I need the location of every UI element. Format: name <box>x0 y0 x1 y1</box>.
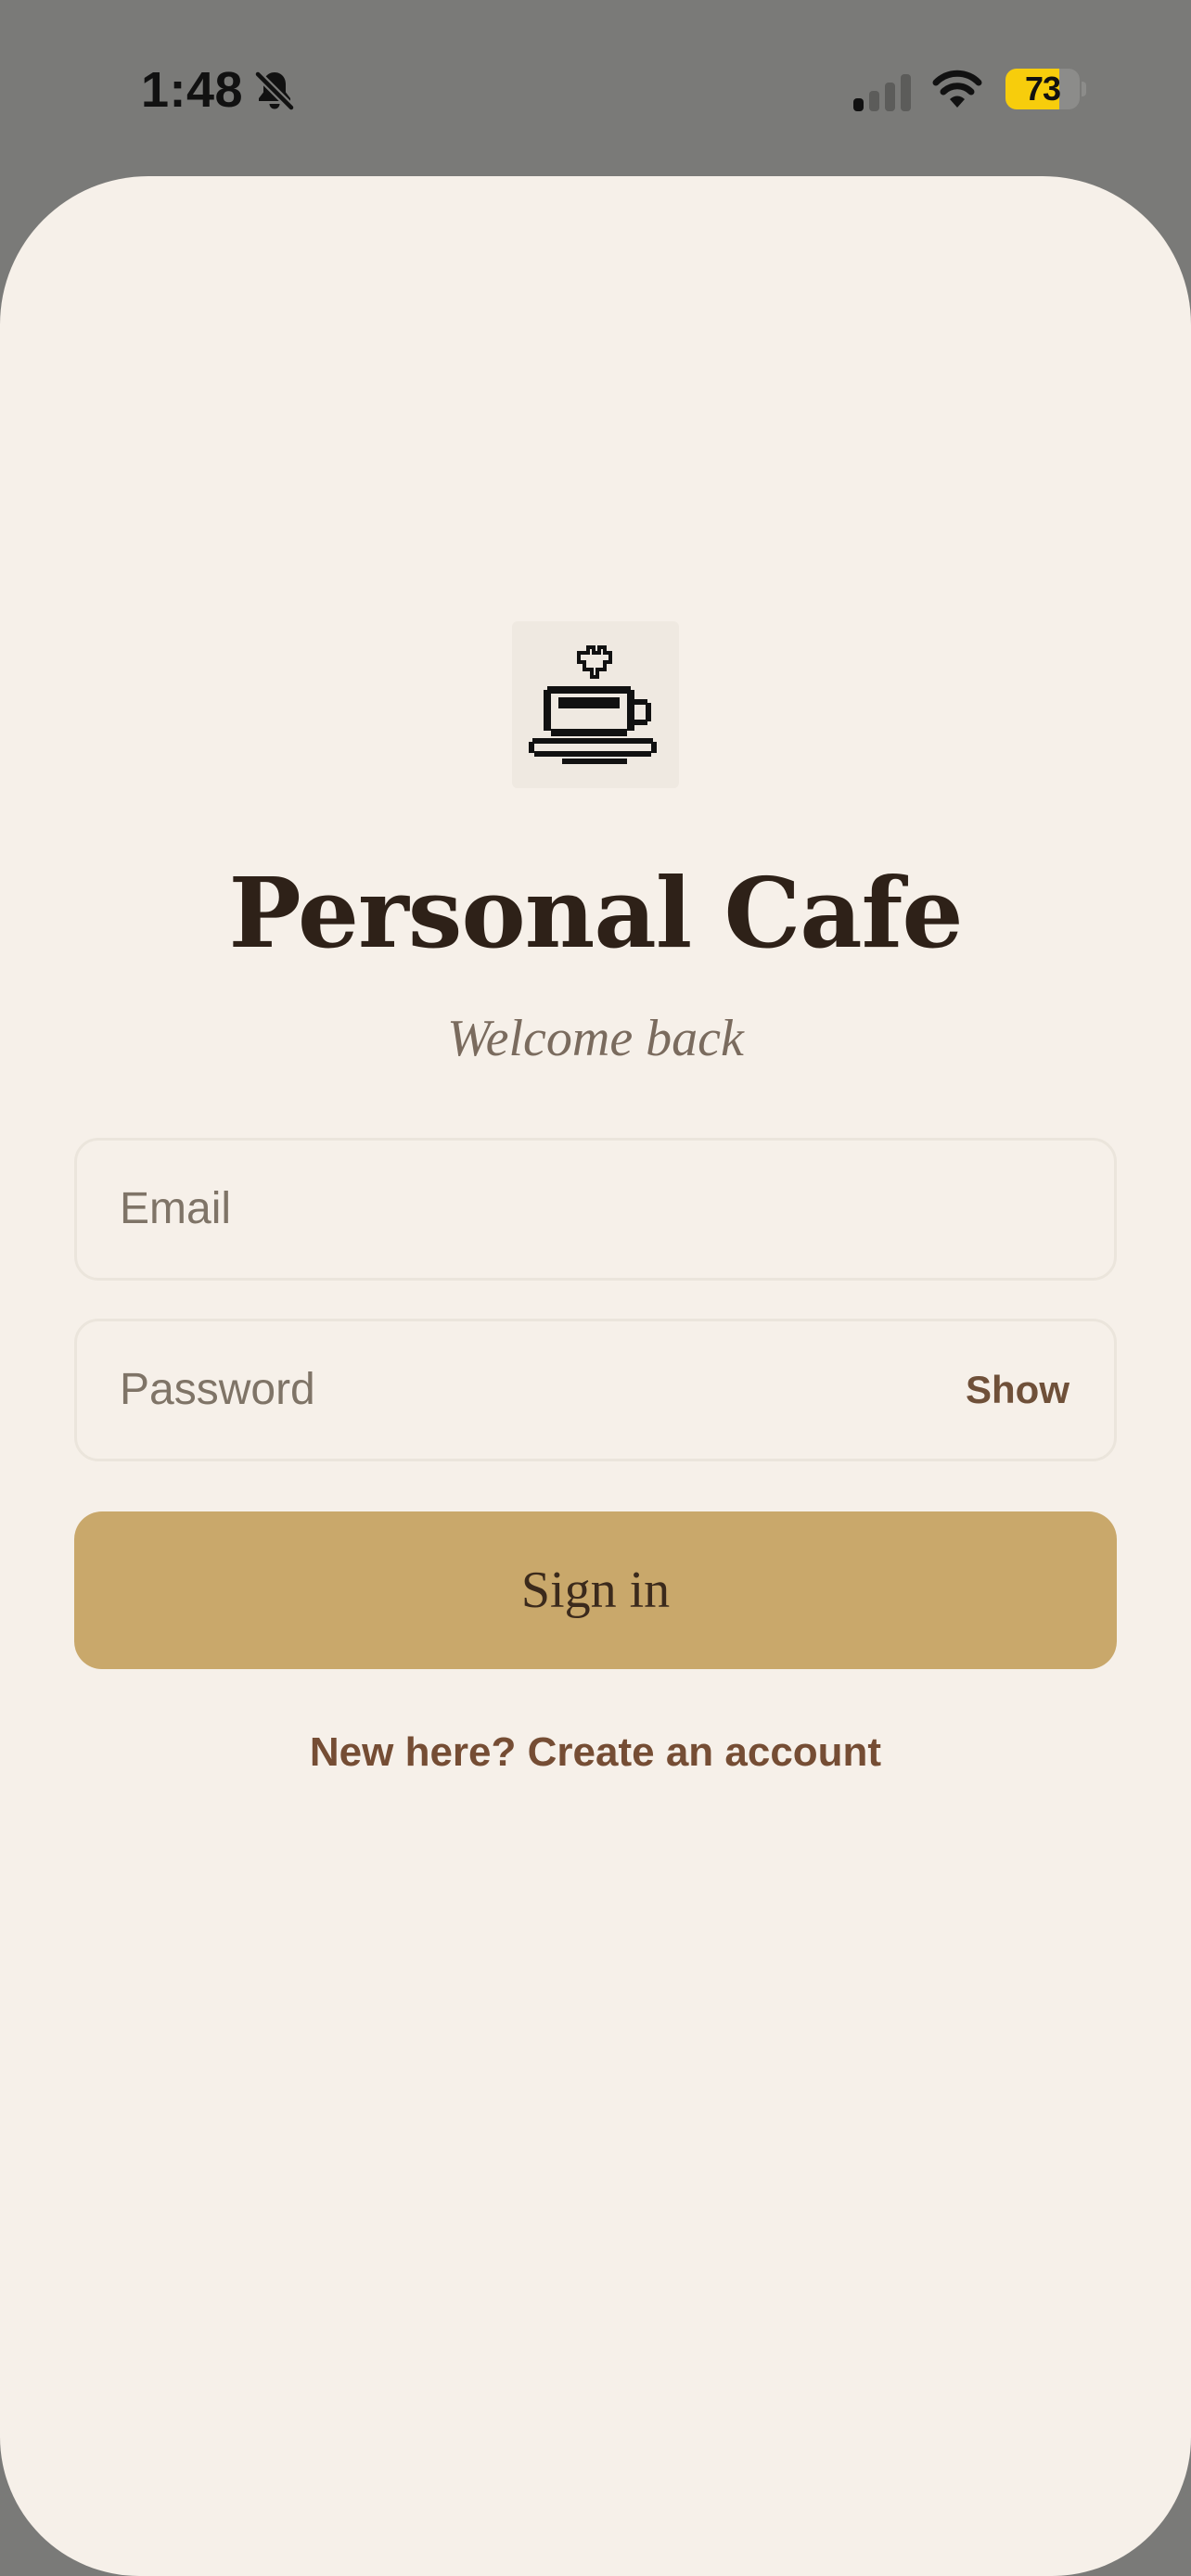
welcome-subtitle: Welcome back <box>447 1010 744 1067</box>
battery-percent: 73 <box>1024 70 1061 108</box>
password-field[interactable]: Password Show <box>74 1319 1117 1461</box>
show-password-button[interactable]: Show <box>966 1321 1069 1459</box>
status-bar: 1:48 73 <box>0 0 1191 176</box>
wifi-icon <box>932 70 982 108</box>
bell-slash-icon <box>254 70 295 111</box>
status-time: 1:48 <box>141 62 244 118</box>
sign-in-button[interactable]: Sign in <box>74 1511 1117 1669</box>
email-field[interactable]: Email <box>74 1138 1117 1281</box>
password-placeholder: Password <box>120 1365 315 1414</box>
cellular-signal-icon <box>853 74 911 111</box>
create-account-link[interactable]: New here? Create an account <box>0 1725 1191 1780</box>
email-placeholder: Email <box>120 1184 232 1233</box>
battery-icon: 73 <box>1005 69 1086 109</box>
coffee-cup-icon <box>512 621 679 788</box>
app-title: Personal Cafe <box>228 856 963 970</box>
